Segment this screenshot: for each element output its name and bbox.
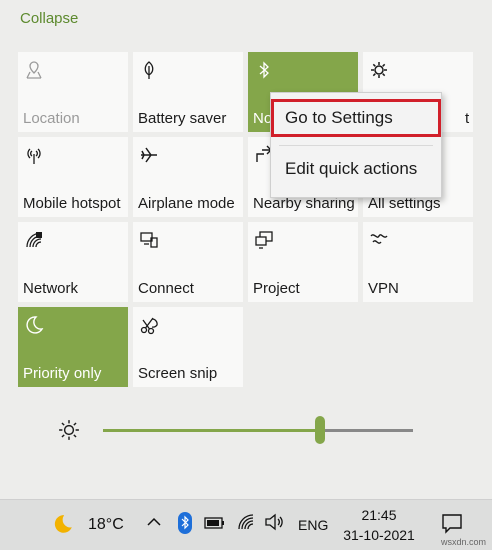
taskbar: 18°C ENG 21:45 31-10-2021 bbox=[0, 499, 492, 550]
context-menu: Go to Settings Edit quick actions bbox=[270, 92, 442, 198]
speaker-icon[interactable] bbox=[264, 512, 286, 532]
tile-label: Screen snip bbox=[138, 365, 218, 382]
network-icon bbox=[24, 230, 44, 250]
hotspot-icon bbox=[24, 145, 44, 165]
weather-temperature[interactable]: 18°C bbox=[88, 516, 124, 534]
location-icon bbox=[24, 60, 44, 80]
brightness-slider-track[interactable] bbox=[103, 429, 413, 432]
tile-network[interactable]: Network bbox=[18, 222, 128, 302]
brightness-icon bbox=[369, 60, 389, 80]
weather-moon-icon[interactable] bbox=[52, 513, 74, 535]
tile-vpn[interactable]: VPN bbox=[363, 222, 473, 302]
moon-icon bbox=[24, 315, 44, 335]
tile-project[interactable]: Project bbox=[248, 222, 358, 302]
notification-center-icon[interactable] bbox=[441, 512, 463, 534]
tile-screen-snip[interactable]: Screen snip bbox=[133, 307, 243, 387]
tile-battery-saver[interactable]: Battery saver bbox=[133, 52, 243, 132]
bluetooth-icon bbox=[254, 60, 274, 80]
tile-label: Connect bbox=[138, 280, 194, 297]
battery-icon[interactable] bbox=[204, 516, 226, 530]
tile-connect[interactable]: Connect bbox=[133, 222, 243, 302]
clock[interactable]: 21:45 31-10-2021 bbox=[340, 505, 418, 545]
menu-item-go-to-settings[interactable]: Go to Settings bbox=[271, 99, 441, 137]
connect-icon bbox=[139, 230, 159, 250]
brightness-slider-thumb[interactable] bbox=[315, 416, 325, 444]
tile-label: Location bbox=[23, 110, 80, 127]
snip-icon bbox=[139, 315, 159, 335]
tile-label: Priority only bbox=[23, 365, 102, 382]
watermark: wsxdn.com bbox=[440, 537, 486, 547]
bluetooth-tray-icon[interactable] bbox=[178, 512, 192, 534]
tile-priority-only[interactable]: Priority only bbox=[18, 307, 128, 387]
brightness-slider-fill bbox=[103, 429, 320, 432]
clock-date: 31-10-2021 bbox=[343, 527, 415, 543]
tile-label: Project bbox=[253, 280, 300, 297]
project-icon bbox=[254, 230, 274, 250]
brightness-icon bbox=[58, 419, 80, 441]
collapse-link[interactable]: Collapse bbox=[20, 10, 78, 27]
vpn-icon bbox=[369, 230, 389, 250]
leaf-icon bbox=[139, 60, 159, 80]
tile-label: Mobile hotspot bbox=[23, 195, 121, 212]
tile-label: VPN bbox=[368, 280, 399, 297]
tile-label: Network bbox=[23, 280, 79, 297]
brightness-row bbox=[0, 410, 492, 450]
tile-label: Battery saver bbox=[138, 110, 227, 127]
tile-airplane-mode[interactable]: Airplane mode bbox=[133, 137, 243, 217]
language-indicator[interactable]: ENG bbox=[298, 517, 328, 533]
menu-item-edit-quick-actions[interactable]: Edit quick actions bbox=[271, 150, 441, 188]
tile-label: t bbox=[465, 110, 470, 127]
chevron-up-icon[interactable] bbox=[146, 512, 162, 532]
airplane-icon bbox=[139, 145, 159, 165]
tile-location[interactable]: Location bbox=[18, 52, 128, 132]
wifi-icon[interactable] bbox=[236, 512, 256, 532]
tile-label: Airplane mode bbox=[138, 195, 235, 212]
menu-separator bbox=[279, 145, 433, 146]
tile-mobile-hotspot[interactable]: Mobile hotspot bbox=[18, 137, 128, 217]
clock-time: 21:45 bbox=[361, 507, 397, 523]
